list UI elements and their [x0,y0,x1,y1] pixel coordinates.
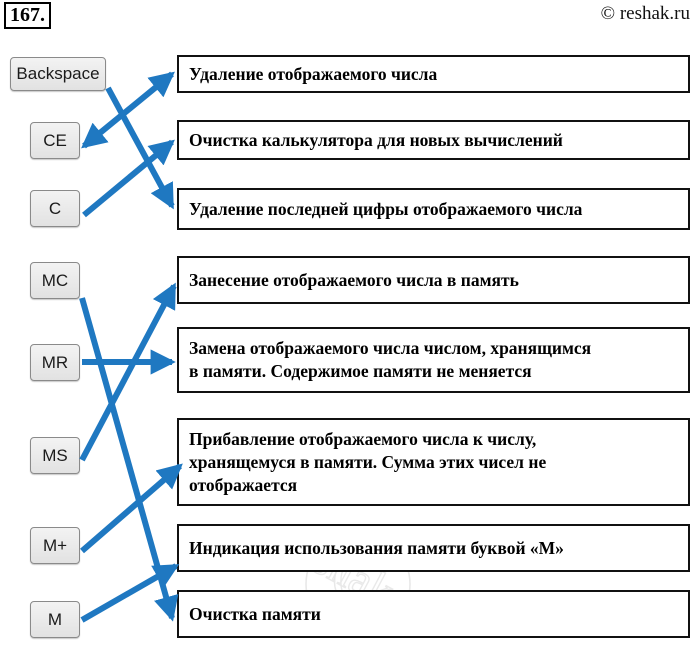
description-box-store-to-memory: Занесение отображаемого числа в память [177,256,690,304]
calculator-key-mr[interactable]: MR [30,344,80,381]
description-line: Замена отображаемого числа числом, храня… [189,338,592,358]
connector-m-to-d7 [80,563,180,623]
description-box-recall-memory: Замена отображаемого числа числом, храня… [177,327,690,393]
key-label: MS [42,445,68,465]
connector-backspace-to-d3 [105,86,175,210]
description-line: Очистка памяти [189,603,321,624]
key-label: C [48,198,62,218]
calculator-key-ms[interactable]: MS [30,437,80,474]
calculator-key-m-plus[interactable]: M+ [30,527,80,564]
description-line: отображается [189,474,298,495]
description-line: хранящемуся в памяти. Сумма этих чисел н… [189,451,547,472]
description-box-memory-indicator: Индикация использования памяти буквой «М… [177,524,690,572]
calculator-key-c[interactable]: C [30,190,80,227]
description-line: в памяти. Содержимое памяти не меняется [189,361,532,381]
calculator-key-ce[interactable]: CE [30,122,80,159]
description-box-clear-memory: Очистка памяти [177,590,690,638]
description-line: Занесение отображаемого числа в память [189,269,519,290]
key-label: Backspace [16,64,100,83]
exercise-number: 167. [4,2,51,29]
calculator-key-mc[interactable]: MC [30,262,80,299]
copyright-notice: © reshak.ru [600,3,690,24]
calculator-key-backspace[interactable]: Backspace [10,57,106,91]
key-label: CE [43,130,67,150]
key-label: M+ [42,535,68,555]
key-label: M [47,609,63,629]
connector-c-to-d2 [82,139,175,218]
connector-mc-to-d8 [79,297,179,622]
calculator-key-m[interactable]: M [30,601,80,638]
description-box-add-to-memory: Прибавление отображаемого числа к числу,… [177,418,690,506]
connector-mplus-to-d6 [80,463,183,554]
description-box-delete-displayed-number: Удаление отображаемого числа [177,55,690,93]
description-line: Удаление последней цифры отображаемого ч… [189,198,583,219]
description-line: Прибавление отображаемого числа к числу, [189,428,537,449]
description-box-clear-calculator: Очистка калькулятора для новых вычислени… [177,120,690,160]
key-label: MR [41,352,69,372]
connector-ms-to-d4 [79,282,177,462]
description-line: Удаление отображаемого числа [189,63,438,84]
worksheet-page: 167. © reshak.ru C reshak.ru Backspace C… [0,0,696,648]
key-label: MC [41,270,69,290]
description-box-delete-last-digit: Удаление последней цифры отображаемого ч… [177,188,690,230]
description-line: Индикация использования памяти буквой «М… [189,537,564,558]
description-line: Очистка калькулятора для новых вычислени… [189,129,563,150]
